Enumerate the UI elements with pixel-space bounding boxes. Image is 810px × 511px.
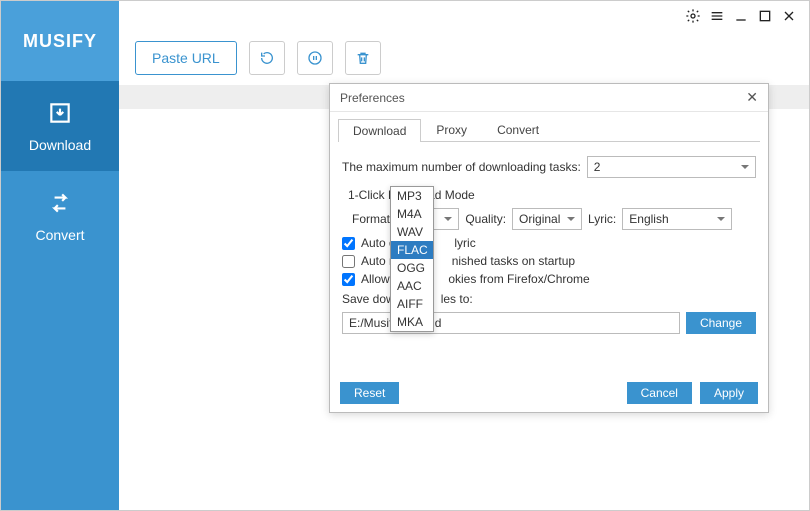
cancel-button[interactable]: Cancel: [627, 382, 692, 404]
download-icon: [47, 100, 73, 129]
format-option-wav[interactable]: WAV: [391, 223, 433, 241]
allow-cookies-label-post: okies from Firefox/Chrome: [448, 272, 589, 286]
lyric-label: Lyric:: [588, 212, 616, 226]
sidebar-item-label: Download: [29, 137, 91, 153]
auto-download-lyric-checkbox[interactable]: [342, 237, 355, 250]
save-path-value-post: d: [435, 316, 442, 330]
format-option-ogg[interactable]: OGG: [391, 259, 433, 277]
max-tasks-select[interactable]: 2: [587, 156, 756, 178]
delete-button[interactable]: [345, 41, 381, 75]
format-dropdown[interactable]: MP3 M4A WAV FLAC OGG AAC AIFF MKA: [390, 186, 434, 332]
dialog-close-icon[interactable]: ✕: [746, 89, 758, 106]
paste-url-button[interactable]: Paste URL: [135, 41, 237, 75]
dialog-footer: Reset Cancel Apply: [330, 374, 768, 412]
tabs: Download Proxy Convert: [338, 118, 760, 142]
format-option-flac[interactable]: FLAC: [391, 241, 433, 259]
dialog-title: Preferences: [340, 91, 405, 105]
settings-icon[interactable]: [685, 8, 701, 24]
save-location-label-post: les to:: [441, 292, 473, 306]
auto-resume-checkbox[interactable]: [342, 255, 355, 268]
lyric-value: English: [629, 212, 668, 226]
close-icon[interactable]: [781, 8, 797, 24]
main-area: Paste URL Preferences ✕ Download Proxy C…: [119, 1, 809, 510]
sidebar-item-convert[interactable]: Convert: [1, 171, 119, 261]
sidebar-item-label: Convert: [35, 227, 84, 243]
menu-icon[interactable]: [709, 8, 725, 24]
save-location-label-pre: Save dow: [342, 292, 395, 306]
quality-select[interactable]: Original: [512, 208, 582, 230]
quality-value: Original: [519, 212, 560, 226]
change-path-button[interactable]: Change: [686, 312, 756, 334]
apply-button[interactable]: Apply: [700, 382, 758, 404]
sidebar-item-download[interactable]: Download: [1, 81, 119, 171]
tab-convert[interactable]: Convert: [482, 118, 554, 141]
format-option-mka[interactable]: MKA: [391, 313, 433, 331]
tab-download[interactable]: Download: [338, 119, 421, 142]
allow-cookies-checkbox[interactable]: [342, 273, 355, 286]
pause-button[interactable]: [297, 41, 333, 75]
sidebar: MUSIFY Download Convert: [1, 1, 119, 510]
minimize-icon[interactable]: [733, 8, 749, 24]
lyric-select[interactable]: English: [622, 208, 732, 230]
maximize-icon[interactable]: [757, 8, 773, 24]
brand-logo: MUSIFY: [1, 1, 119, 81]
reset-button[interactable]: Reset: [340, 382, 399, 404]
format-option-aac[interactable]: AAC: [391, 277, 433, 295]
max-tasks-value: 2: [594, 160, 601, 174]
auto-resume-label-post: nished tasks on startup: [452, 254, 575, 268]
tab-proxy[interactable]: Proxy: [421, 118, 482, 141]
format-option-m4a[interactable]: M4A: [391, 205, 433, 223]
format-label: Format:: [352, 212, 393, 226]
auto-download-lyric-label-post: lyric: [454, 236, 475, 250]
quality-label: Quality:: [465, 212, 506, 226]
max-tasks-label: The maximum number of downloading tasks:: [342, 160, 581, 174]
dialog-header: Preferences ✕: [330, 84, 768, 112]
toolbar: Paste URL: [119, 31, 809, 85]
retry-button[interactable]: [249, 41, 285, 75]
app-window: MUSIFY Download Convert Paste URL: [0, 0, 810, 511]
convert-icon: [47, 190, 73, 219]
format-option-aiff[interactable]: AIFF: [391, 295, 433, 313]
titlebar: [119, 1, 809, 31]
format-option-mp3[interactable]: MP3: [391, 187, 433, 205]
